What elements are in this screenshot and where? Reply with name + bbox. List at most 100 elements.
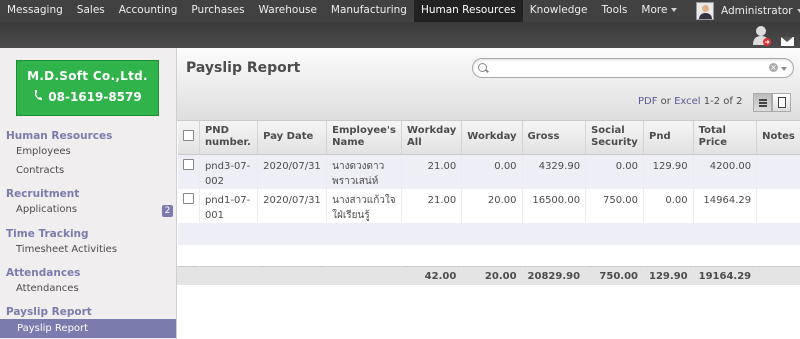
empty-row [177, 222, 800, 245]
instant-messaging-icon[interactable] [752, 25, 772, 47]
row-checkbox[interactable] [182, 192, 194, 204]
column-header-notes[interactable]: Notes [756, 121, 800, 155]
cell-pnd-number: pnd3-07-002 [198, 154, 258, 189]
search-input[interactable] [491, 61, 761, 75]
cell-workday: 0.00 [461, 154, 523, 189]
total-workday: 20.00 [461, 266, 523, 285]
menu-tools[interactable]: Tools [595, 0, 635, 22]
menu-accounting[interactable]: Accounting [112, 0, 185, 22]
clear-search-icon[interactable]: × [769, 63, 778, 72]
sidebar-item-timesheet-activities[interactable]: Timesheet Activities [16, 244, 117, 255]
totals-row: 42.00 20.00 20829.90 750.00 129.90 19164… [177, 266, 800, 285]
row-select-cell [178, 154, 200, 189]
column-header-workday[interactable]: Workday [461, 121, 523, 155]
total-gross: 20829.90 [521, 266, 586, 285]
column-header-social-security[interactable]: Social Security [585, 121, 644, 155]
menu-more[interactable]: More [634, 0, 684, 22]
total-total-price: 19164.29 [692, 266, 757, 285]
payslip-table: PND number. Pay Date Employee's Name Wor… [177, 121, 800, 285]
form-view-icon [778, 97, 786, 108]
sidebar-item-applications[interactable]: Applications [16, 204, 77, 215]
cell-total-price: 14964.29 [692, 188, 757, 223]
search-options-dropdown-icon[interactable] [781, 67, 787, 71]
company-logo: M.D.Soft Co.,Ltd. 08-1619-8579 [16, 60, 159, 116]
mail-icon[interactable] [781, 37, 794, 46]
sidebar-section-human-resources: Human Resources [6, 130, 113, 142]
export-excel-link[interactable]: Excel [674, 96, 701, 107]
user-name: Administrator [721, 5, 793, 17]
export-or-text: or [660, 96, 671, 107]
search-box: × [472, 58, 794, 78]
cell-pnd: 129.90 [643, 154, 694, 189]
column-header-workday-all[interactable]: Workday All [401, 121, 462, 155]
list-view-icon [759, 99, 767, 107]
sidebar-item-payslip-report[interactable]: Payslip Report [0, 319, 176, 338]
total-social-security: 750.00 [585, 266, 644, 285]
secondary-bar [0, 22, 800, 48]
total-pnd: 129.90 [643, 266, 694, 285]
page-title: Payslip Report [186, 60, 301, 76]
column-header-pnd-number[interactable]: PND number. [198, 121, 258, 155]
menu-more-label: More [641, 4, 668, 16]
sidebar-item-contracts[interactable]: Contracts [16, 165, 64, 176]
row-select-cell [178, 189, 200, 223]
cell-pay-date: 2020/07/31 [257, 188, 327, 223]
column-header-total-price[interactable]: Total Price [692, 121, 757, 155]
sidebar: M.D.Soft Co.,Ltd. 08-1619-8579 Human Res… [0, 48, 177, 339]
column-header-pay-date[interactable]: Pay Date [257, 121, 327, 155]
avatar [696, 2, 714, 20]
menu-warehouse[interactable]: Warehouse [252, 0, 324, 22]
total-pay-date [257, 266, 327, 285]
menu-sales[interactable]: Sales [70, 0, 112, 22]
list-view-button[interactable] [753, 93, 772, 112]
pager-value[interactable]: 1-2 of 2 [704, 96, 743, 107]
sidebar-section-payslip-report: Payslip Report [6, 306, 92, 318]
export-and-pager: PDF or Excel 1-2 of 2 [638, 96, 742, 107]
column-header-employee-name[interactable]: Employee's Name [326, 121, 402, 155]
form-view-button[interactable] [772, 93, 791, 112]
empty-row [177, 244, 800, 267]
sidebar-item-employees[interactable]: Employees [16, 146, 71, 157]
select-all-checkbox[interactable] [182, 129, 194, 141]
main-menu: Messaging Sales Accounting Purchases War… [0, 0, 684, 22]
menu-human-resources[interactable]: Human Resources [413, 0, 523, 22]
row-checkbox[interactable] [182, 158, 194, 170]
sidebar-section-attendances: Attendances [6, 267, 81, 279]
view-switcher [753, 93, 791, 112]
cell-employee-name: นางสาวแก้วใจ ใฝ่เรียนรู้ [326, 188, 402, 223]
cell-pay-date: 2020/07/31 [257, 154, 327, 189]
phone-icon [35, 90, 43, 100]
table-row[interactable]: pnd3-07-002 2020/07/31 นางดวงดาว พราวเสน… [177, 154, 800, 189]
cell-employee-name: นางดวงดาว พราวเสน่ห์ [326, 154, 402, 189]
chevron-down-icon [796, 9, 800, 13]
sidebar-section-time-tracking: Time Tracking [6, 228, 89, 240]
menu-purchases[interactable]: Purchases [184, 0, 251, 22]
applications-count-badge: 2 [162, 205, 173, 217]
user-menu[interactable]: Administrator [696, 0, 800, 22]
table-row[interactable]: pnd1-07-001 2020/07/31 นางสาวแก้วใจ ใฝ่เ… [177, 188, 800, 223]
cell-pnd-number: pnd1-07-001 [198, 188, 258, 223]
main-content: Payslip Report × PDF or Excel 1-2 of 2 P… [177, 48, 800, 339]
menu-knowledge[interactable]: Knowledge [523, 0, 595, 22]
cell-pnd: 0.00 [643, 188, 694, 223]
total-pnd-number [198, 266, 258, 285]
cell-gross: 4329.90 [521, 154, 586, 189]
total-workday-all: 42.00 [401, 266, 462, 285]
cell-workday-all: 21.00 [401, 154, 462, 189]
sidebar-item-attendances[interactable]: Attendances [16, 283, 79, 294]
search-icon [478, 63, 487, 72]
totals-empty-cell [177, 266, 200, 285]
cell-social-security: 0.00 [585, 154, 644, 189]
cell-gross: 16500.00 [521, 188, 586, 223]
total-notes [756, 266, 800, 285]
cell-workday-all: 21.00 [401, 188, 462, 223]
export-pdf-link[interactable]: PDF [638, 96, 657, 107]
column-header-gross[interactable]: Gross [521, 121, 586, 155]
column-header-pnd[interactable]: Pnd [643, 121, 694, 155]
menu-messaging[interactable]: Messaging [0, 0, 70, 22]
menu-manufacturing[interactable]: Manufacturing [324, 0, 414, 22]
cell-workday: 20.00 [461, 188, 523, 223]
cell-notes [756, 188, 800, 223]
cell-notes [756, 154, 800, 189]
select-all-cell [177, 121, 200, 155]
